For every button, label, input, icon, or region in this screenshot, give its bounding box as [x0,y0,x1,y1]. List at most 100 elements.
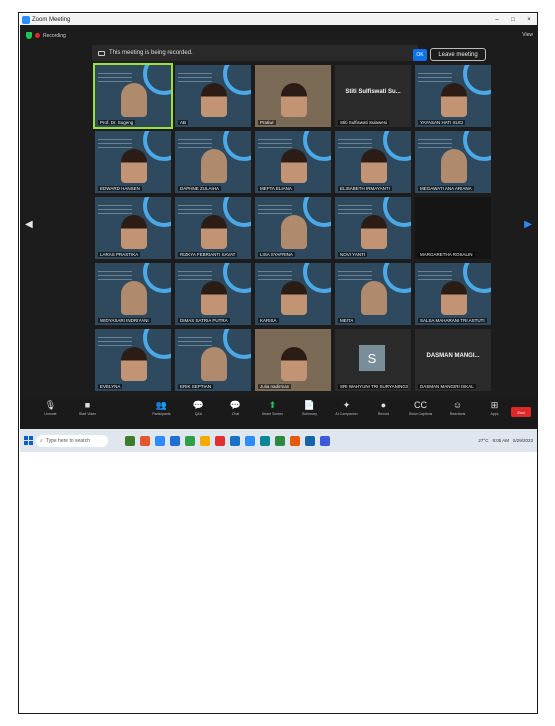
participant-video [201,281,227,315]
participants-button[interactable]: 👥 Participants [143,399,180,416]
participant-video [121,281,147,315]
gallery-grid: Prof. Dr. Sugeng AB Pratiwi Stiti Sulfiswat… [93,63,491,394]
taskbar-app-icon[interactable] [140,435,150,446]
show-captions-button[interactable]: CC Show Captions [402,399,439,416]
view-controls[interactable]: View [522,32,533,38]
participant-tile[interactable]: MEITA [335,263,411,325]
participant-tile[interactable]: Pratiwi [255,65,331,127]
participant-tile[interactable]: Stiti Sulfiswati Su... Stiti Sulfiswati S… [335,65,411,127]
close-button[interactable]: × [521,17,537,23]
toolbar-label: Summary [302,412,317,416]
participant-name-label: LISA SYAFRINA [258,252,295,257]
record-dot-icon [35,33,40,38]
participant-name-label: Prof. Dr. Sugeng [98,120,136,125]
video-button[interactable]: ■ Start Video [69,399,106,416]
window-titlebar: Zoom Meeting – □ × [20,14,537,25]
taskbar-app-icon[interactable] [170,435,180,446]
participant-tile[interactable]: MEGAWATI ANA ARIANA [415,131,491,193]
participant-tile[interactable]: SALSA MAHARANI TRI ASTUTI [415,263,491,325]
participant-tile[interactable]: DAPHNE ZULAIHA [175,131,251,193]
ok-button[interactable]: OK [413,49,427,61]
recording-notice-icon [98,50,105,56]
recording-banner-text: This meeting is being recorded. [109,50,193,56]
show-captions-icon: CC [414,400,427,410]
participant-tile[interactable]: KARISA [255,263,331,325]
participant-tile[interactable]: RIZKYA FEBRIANTI SAVAT [175,197,251,259]
participant-name-label: LARAS PRASTIKA [98,252,141,257]
taskbar-app-icon[interactable] [125,435,135,446]
maximize-button[interactable]: □ [505,17,521,23]
participant-name-label: NOVI YANTI [338,252,368,257]
participant-tile[interactable]: WIDYASARI INDRIYANI [95,263,171,325]
participant-tile[interactable]: MARGARETHA ROSALIN [415,197,491,259]
summary-button[interactable]: 📄 Summary [291,399,328,416]
participant-tile[interactable]: LISA SYAFRINA [255,197,331,259]
previous-page-arrow-icon[interactable]: ◀ [25,219,33,230]
taskbar-app-icon[interactable] [305,435,315,446]
taskbar-app-icon[interactable] [275,435,285,446]
participant-tile[interactable]: EVELYNA [95,329,171,391]
toolbar-label: Unmute [44,412,57,416]
share-screen-button[interactable]: ⬆ Share Screen [254,399,291,416]
participant-name-label: MEITA [338,318,356,323]
view-button[interactable]: View [522,32,533,38]
leave-meeting-button[interactable]: Leave meeting [430,48,486,61]
participant-tile[interactable]: Prof. Dr. Sugeng [93,63,173,129]
clock-date[interactable]: 5/29/2023 [513,438,533,443]
taskbar-app-icon[interactable] [230,435,240,446]
chat-button[interactable]: 💬 Chat [217,399,254,416]
participant-name-label: ERIK SEPTIAN [178,384,214,389]
mic-button[interactable]: 🎙 Unmute [32,399,69,416]
participant-tile[interactable]: YAYASAN HATI SUCI [415,65,491,127]
summary-icon: 📄 [303,400,316,410]
ai-companion-button[interactable]: ✦ AI Companion [328,399,365,416]
participant-tile[interactable]: S SRI WAHYUNI TRI SURYANINGSIH [335,329,411,391]
participant-name-label: WIDYASARI INDRIYANI [98,318,151,323]
participant-tile[interactable]: AB [175,65,251,127]
weather-text[interactable]: 27°C [478,438,488,443]
participant-video [441,149,467,183]
taskbar-app-icon[interactable] [320,435,330,446]
windows-start-icon[interactable] [24,436,33,445]
participant-name-label: DIMAS SATRIA PUTRA [178,318,230,323]
participant-tile[interactable]: MEFTA ELIANA [255,131,331,193]
record-button[interactable]: ● Record [365,399,402,416]
participant-tile[interactable]: ELISABETH IRMAYANTI [335,131,411,193]
participant-tile[interactable]: EDWARD HANSEN [95,131,171,193]
share-screen-icon: ⬆ [268,400,277,410]
taskbar-app-icon[interactable] [260,435,270,446]
toolbar-label: Apps [490,412,499,416]
participant-tile[interactable]: NOVI YANTI [335,197,411,259]
next-page-arrow-icon[interactable]: ▶ [524,219,532,230]
video-icon: ■ [84,400,91,410]
participant-tile[interactable]: DASMAN MANGI... DASMAN MANGIRI ISKAL [415,329,491,391]
taskbar-app-icon[interactable] [245,435,255,446]
reactions-button[interactable]: ☺ Reactions [439,399,476,416]
participant-tile[interactable]: ERIK SEPTIAN [175,329,251,391]
q-and-a-button[interactable]: 💬 Q&A [180,399,217,416]
participant-tile[interactable]: LARAS PRASTIKA [95,197,171,259]
participant-tile[interactable]: Julia nadirman [255,329,331,391]
participant-tile[interactable]: DIMAS SATRIA PUTRA [175,263,251,325]
participant-video [201,149,227,183]
taskbar-search-input[interactable]: ⌕ Type here to search [36,434,108,447]
apps-icon: ⊞ [490,400,499,410]
taskbar-app-icon[interactable] [185,435,195,446]
participant-video [121,347,147,381]
zoom-logo-icon [22,15,30,24]
taskbar-app-icon[interactable] [215,435,225,446]
clock-time[interactable]: 9:05 AM [492,438,509,443]
apps-button[interactable]: ⊞ Apps [476,399,513,416]
windows-taskbar: ⌕ Type here to search 27°C 9:05 AM 5/29/… [20,429,537,452]
taskbar-app-icon[interactable] [155,435,165,446]
participant-name-label: AB [178,120,189,125]
end-meeting-button[interactable]: End [511,407,531,417]
participant-name-label: Stiti Sulfiswati Sulawesi [338,120,390,125]
taskbar-app-icon[interactable] [200,435,210,446]
search-placeholder: Type here to search [45,437,91,444]
minimize-button[interactable]: – [489,17,505,23]
taskbar-app-icon[interactable] [290,435,300,446]
toolbar-label: Reactions [449,412,466,416]
recording-indicator[interactable]: Recording [26,32,66,39]
